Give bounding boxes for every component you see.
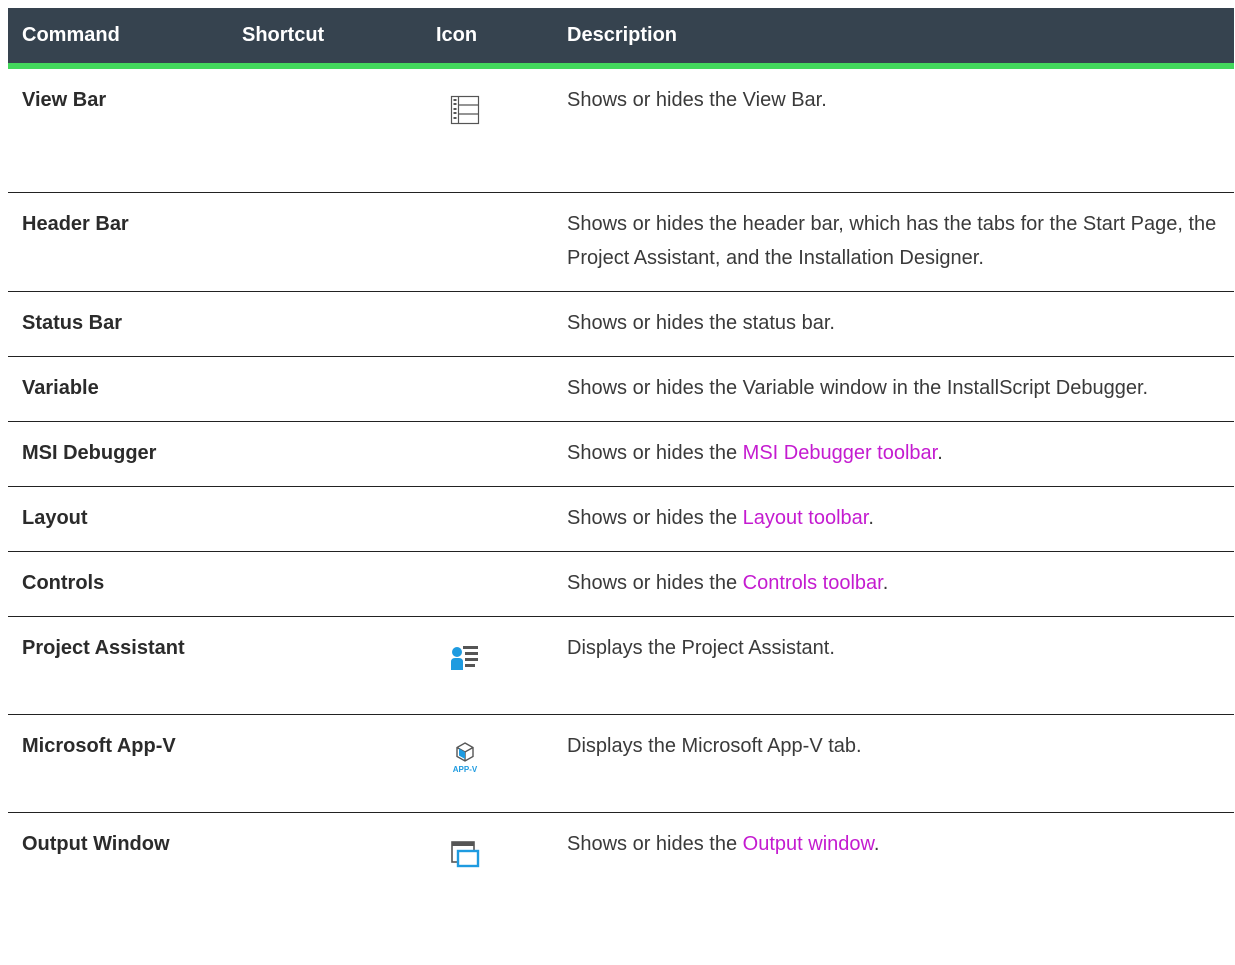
- description-cell: Shows or hides the Layout toolbar.: [553, 486, 1234, 552]
- view-commands-table: Command Shortcut Icon Description View B…: [8, 8, 1234, 908]
- shortcut-cell: [228, 551, 422, 617]
- command-cell: MSI Debugger: [8, 421, 228, 487]
- command-cell: Output Window: [22, 832, 170, 855]
- table-row: View Bar Shows or hides the View Bar.: [8, 66, 1234, 193]
- icon-cell: [422, 192, 553, 292]
- command-cell: Layout: [8, 486, 228, 552]
- description-text: Shows or hides the Variable window in th…: [567, 376, 1149, 399]
- description-cell: Shows or hides the MSI Debugger toolbar.: [553, 421, 1234, 487]
- output-window-link[interactable]: Output window: [743, 833, 874, 855]
- table-body: View Bar Shows or hides the View Bar. He…: [8, 66, 1234, 908]
- layout-toolbar-link[interactable]: Layout toolbar: [743, 507, 869, 529]
- column-header-description: Description: [553, 8, 1234, 69]
- command-cell: Controls: [8, 551, 228, 617]
- project-assistant-icon: [450, 643, 480, 673]
- description-text: Shows or hides the: [567, 571, 743, 594]
- description-cell: Shows or hides the Output window.: [553, 812, 1234, 908]
- description-suffix: .: [873, 832, 880, 855]
- icon-cell: [422, 66, 553, 193]
- shortcut-cell: [228, 66, 422, 193]
- icon-cell: [422, 551, 553, 617]
- command-cell: Microsoft App-V: [8, 714, 228, 813]
- table-row: Project Assistant Displays the Project A…: [8, 616, 1234, 715]
- icon-cell: [422, 291, 553, 357]
- shortcut-cell: [228, 421, 422, 487]
- icon-cell: [422, 616, 553, 715]
- view-bar-icon: [450, 95, 480, 125]
- table-header: Command Shortcut Icon Description: [8, 8, 1234, 69]
- description-cell: Displays the Microsoft App-V tab.: [553, 714, 1234, 813]
- msi-debugger-toolbar-link[interactable]: MSI Debugger toolbar: [743, 442, 938, 464]
- table-row: Status Bar Shows or hides the status bar…: [8, 291, 1234, 357]
- commands-table-container: Command Shortcut Icon Description View B…: [8, 8, 1235, 908]
- description-text: Shows or hides the: [567, 506, 743, 529]
- description-cell: Shows or hides the header bar, which has…: [553, 192, 1234, 292]
- command-cell: Project Assistant: [8, 616, 228, 715]
- description-text: Shows or hides the header bar, which has…: [567, 212, 1217, 269]
- command-cell: Status Bar: [8, 291, 228, 357]
- description-suffix: .: [882, 571, 889, 594]
- column-header-icon: Icon: [422, 8, 553, 69]
- description-text: Shows or hides the: [567, 441, 743, 464]
- icon-cell: [422, 812, 553, 908]
- table-row: Variable Shows or hides the Variable win…: [8, 356, 1234, 422]
- app-v-icon: APP-V: [447, 741, 483, 775]
- description-cell: Shows or hides the Variable window in th…: [553, 356, 1234, 422]
- shortcut-cell: [228, 714, 422, 813]
- command-cell: Variable: [8, 356, 228, 422]
- description-suffix: .: [937, 441, 943, 464]
- table-row: Output Window Shows or hides the Output …: [8, 812, 1234, 908]
- shortcut-cell: [228, 291, 422, 357]
- column-header-shortcut: Shortcut: [228, 8, 422, 69]
- output-window-icon: [450, 839, 480, 869]
- table-row: Header Bar Shows or hides the header bar…: [8, 192, 1234, 292]
- icon-cell: APP-V: [422, 714, 553, 813]
- table-row: Controls Shows or hides the Controls too…: [8, 551, 1234, 617]
- controls-toolbar-link[interactable]: Controls toolbar: [743, 572, 883, 594]
- shortcut-cell: [228, 356, 422, 422]
- column-header-command: Command: [8, 8, 228, 69]
- description-cell: Shows or hides the Controls toolbar.: [553, 551, 1234, 617]
- table-row: Layout Shows or hides the Layout toolbar…: [8, 486, 1234, 552]
- description-text: Shows or hides the status bar.: [567, 311, 835, 334]
- description-cell: Displays the Project Assistant.: [553, 616, 1234, 715]
- shortcut-cell: [228, 812, 422, 908]
- svg-text:APP-V: APP-V: [453, 765, 478, 774]
- icon-cell: [422, 421, 553, 487]
- description-cell: Shows or hides the status bar.: [553, 291, 1234, 357]
- table-row: Microsoft App-V APP-V Displays the Micro…: [8, 714, 1234, 813]
- command-cell: View Bar: [8, 66, 228, 193]
- description-text: Displays the Project Assistant.: [567, 636, 835, 659]
- shortcut-cell: [228, 486, 422, 552]
- shortcut-cell: [228, 192, 422, 292]
- command-cell: Header Bar: [8, 192, 228, 292]
- table-header-row: Command Shortcut Icon Description: [8, 8, 1234, 69]
- table-row: MSI Debugger Shows or hides the MSI Debu…: [8, 421, 1234, 487]
- description-text: Shows or hides the: [567, 832, 743, 855]
- description-suffix: .: [868, 506, 874, 529]
- icon-cell: [422, 356, 553, 422]
- description-cell: Shows or hides the View Bar.: [553, 66, 1234, 193]
- description-text: Displays the Microsoft App-V tab.: [567, 734, 862, 757]
- icon-cell: [422, 486, 553, 552]
- shortcut-cell: [228, 616, 422, 715]
- description-text: Shows or hides the View Bar.: [567, 89, 827, 111]
